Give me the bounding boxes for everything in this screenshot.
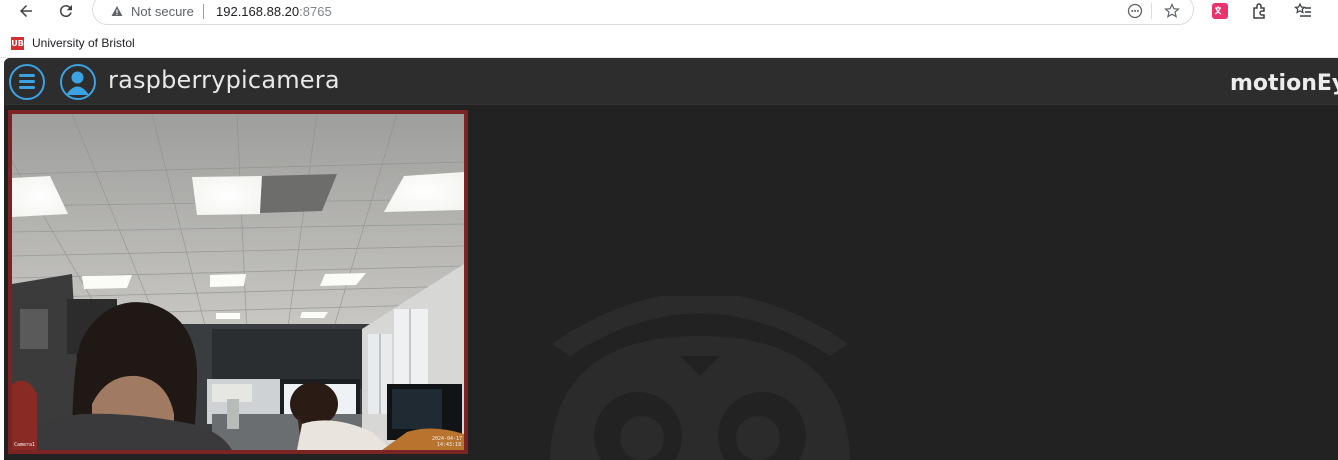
url-text[interactable]: 192.168.88.20:8765 [216, 4, 332, 19]
menu-line-icon [19, 80, 35, 83]
user-button[interactable] [60, 64, 96, 100]
star-icon[interactable] [1164, 3, 1180, 19]
app-header: raspberrypicamera motionEye [4, 58, 1338, 105]
camera-overlay-name: Camera1 [14, 442, 36, 448]
camera-name-title: raspberrypicamera [108, 66, 340, 94]
back-button[interactable] [13, 0, 39, 22]
main-menu-button[interactable] [9, 64, 45, 100]
user-icon [66, 71, 89, 95]
motioneye-logo-text: motionEye [1230, 71, 1338, 96]
back-icon [20, 5, 32, 17]
puzzle-icon[interactable] [1251, 2, 1269, 20]
omnibox-icon-divider [1151, 3, 1152, 19]
browser-toolbar: Not secure 192.168.88.20:8765 [0, 0, 1338, 28]
menu-line-icon [19, 86, 35, 89]
omnibox-divider [203, 4, 204, 19]
camera-live-image [12, 114, 464, 450]
security-status[interactable]: Not secure [131, 4, 194, 19]
reload-button[interactable] [53, 0, 79, 22]
warning-icon [111, 6, 123, 16]
bookmark-label: University of Bristol [32, 36, 135, 50]
camera-frame[interactable]: Camera1 2024-04-17 14:43:18 [8, 110, 468, 454]
url-host: 192.168.88.20 [216, 4, 300, 19]
page-info-icon[interactable] [1127, 3, 1143, 19]
app-frame: raspberrypicamera motionEye [4, 58, 1338, 460]
reload-icon [59, 5, 72, 18]
translate-icon[interactable] [1211, 2, 1229, 20]
motioneye-app: raspberrypicamera motionEye [0, 58, 1338, 460]
bookmark-university-of-bristol[interactable]: UB University of Bristol [11, 36, 135, 50]
bristol-favicon-icon: UB [11, 36, 24, 50]
owl-watermark-icon [550, 296, 850, 460]
camera-overlay-time: 14:43:18 [437, 442, 462, 448]
bookmarks-bar: UB University of Bristol [0, 28, 1338, 58]
menu-line-icon [19, 74, 35, 77]
address-bar[interactable]: Not secure 192.168.88.20:8765 [92, 0, 1194, 25]
favorites-icon[interactable] [1294, 2, 1312, 20]
url-port: :8765 [299, 4, 332, 19]
